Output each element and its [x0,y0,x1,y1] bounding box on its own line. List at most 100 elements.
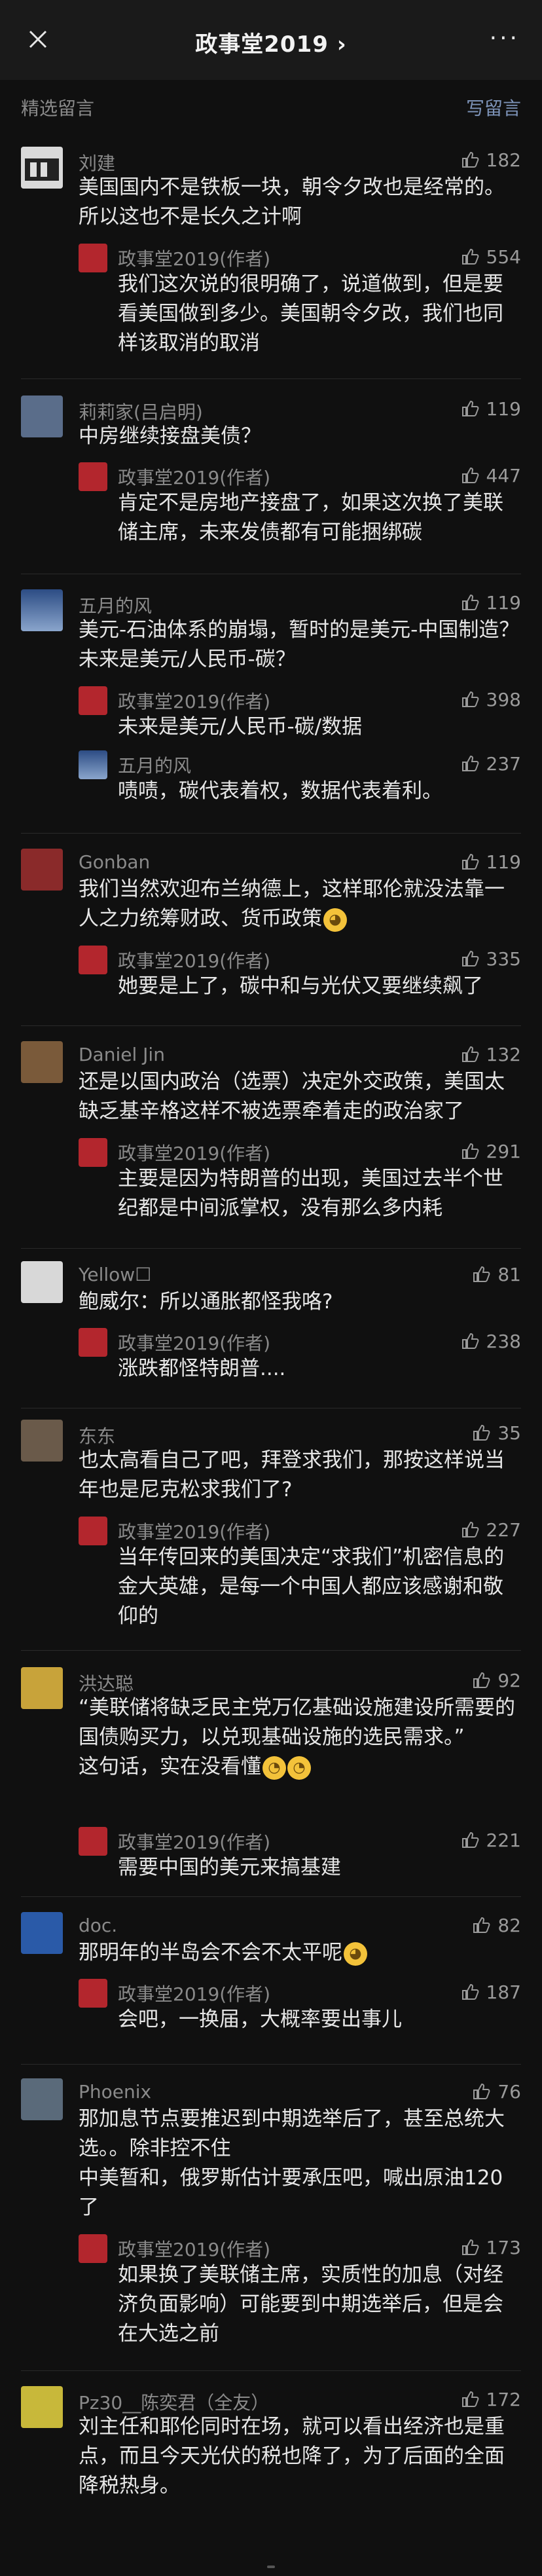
comment-text: 鲍威尔：所以通胀都怪我咯? [79,1290,333,1314]
avatar[interactable] [21,1261,63,1303]
reply-author-name: 政事堂2019(作者) [118,1333,271,1354]
thumbs-up-icon [461,1831,479,1848]
like-button[interactable]: 172 [460,2386,521,2412]
thumbs-up-icon [461,2391,479,2407]
sweat-smile-emoji-icon: ◔ [262,1756,286,1780]
reply-author-name: 政事堂2019(作者) [118,248,271,270]
reply-text: 未来是美元/人民币-碳/数据 [118,715,363,739]
reply-author-name: 政事堂2019(作者) [118,1143,271,1164]
like-count: 237 [486,752,521,775]
reply-text: 啧啧，碳代表着权，数据代表着利。 [118,779,443,803]
like-count: 227 [486,1518,521,1541]
comment-text: 中房继续接盘美债？ [79,424,261,448]
avatar[interactable] [21,849,63,891]
thumbs-up-icon [461,2239,479,2255]
author-avatar [79,946,107,974]
like-button[interactable]: 92 [471,1667,521,1693]
avatar[interactable] [21,147,63,189]
comment-text: 刘主任和耶伦同时在场，就可以看出经济也是重点，而且今天光伏的税也降了，为了后面的… [79,2415,505,2497]
like-button[interactable]: 119 [460,396,521,422]
like-button[interactable]: 81 [471,1261,521,1287]
like-count: 335 [486,948,521,970]
avatar[interactable] [21,589,63,631]
comment-text: “美联储将缺乏民主党万亿基础设施建设所需要的国债购买力，以兑现基础设施的选民需求… [79,1693,521,1782]
more-options-icon[interactable]: ··· [490,25,520,52]
commenter-name: Daniel Jin [79,1044,165,1065]
avatar[interactable] [21,1420,63,1462]
commenter-name: 洪达聪 [79,1673,134,1695]
comment-text: 我们当然欢迎布兰纳德上，这样耶伦就没法靠一人之力统筹财政、货币政策 ◕ [79,875,521,934]
like-button[interactable]: 291 [460,1138,521,1164]
divider [21,2064,521,2065]
avatar[interactable] [21,396,63,437]
commenter-name: Yellow☐ [79,1264,152,1285]
like-button[interactable]: 82 [471,1912,521,1938]
thumbs-up-icon [461,594,479,610]
reply-author-name: 五月的风 [118,755,192,777]
like-button[interactable]: 119 [460,589,521,616]
page-title[interactable]: 政事堂2019 › [0,26,542,58]
divider [21,1896,521,1897]
comment-text: 那加息节点要推迟到中期选举后了，甚至总统大选。。除非控不住 中美暂和，俄罗斯估计… [79,2107,505,2219]
like-button[interactable]: 187 [460,1979,521,2005]
like-button[interactable]: 554 [460,244,521,270]
thumbs-up-icon [461,1983,479,2000]
comment-text: 也太高看自己了吧，拜登求我们，那按这样说当年也是尼克松求我们了? [79,1448,505,1501]
thumbs-up-icon [461,400,479,416]
like-button[interactable]: 237 [460,750,521,777]
like-button[interactable]: 132 [460,1041,521,1067]
reply-text: 如果换了美联储主席，实质性的加息（对经济负面影响）可能要到中期选举后，但是会在大… [118,2263,503,2346]
reply-author-name: 政事堂2019(作者) [118,1983,271,2005]
like-button[interactable]: 35 [471,1420,521,1446]
avatar[interactable] [21,2078,63,2120]
thumbs-up-icon [473,2083,490,2099]
avatar[interactable] [21,1041,63,1083]
like-button[interactable]: 398 [460,686,521,712]
avatar[interactable] [21,1912,63,1954]
like-count: 172 [486,2388,521,2410]
like-button[interactable]: 227 [460,1517,521,1543]
like-button[interactable]: 76 [471,2078,521,2105]
like-button[interactable]: 447 [460,462,521,488]
divider [21,2370,521,2371]
thumbs-up-icon [473,1266,490,1282]
reply-text: 肯定不是房地产接盘了，如果这次换了美联储主席，未来发债都有可能捆绑碳 [118,491,503,544]
write-comment-button[interactable]: 写留言 [466,94,521,120]
comment-text: 还是以国内政治（选票）决定外交政策，美国太缺乏基辛格这样不被选票牵着走的政治家了 [79,1070,505,1123]
reply-text: 会吧，一换届，大概率要出事儿 [118,2008,402,2031]
divider [21,833,521,834]
thumbs-up-icon [473,1424,490,1441]
thumbs-up-icon [473,1917,490,1933]
commenter-name: Gonban [79,851,151,873]
like-button[interactable]: 173 [460,2234,521,2260]
thumbs-up-icon [461,1521,479,1537]
thumbs-up-icon [461,151,479,168]
doge-emoji-icon: ◕ [344,1941,367,1966]
thumbs-up-icon [461,950,479,966]
avatar[interactable] [21,2386,63,2428]
like-button[interactable]: 238 [460,1328,521,1354]
commenter-name: 五月的风 [79,595,153,617]
like-button[interactable]: 119 [460,849,521,875]
like-count: 554 [486,246,521,268]
author-avatar [79,244,107,272]
sweat-smile-emoji-icon: ◔ [287,1756,311,1780]
top-bar: 政事堂2019 › ··· [0,0,542,80]
author-avatar [79,1138,107,1167]
like-count: 132 [486,1043,521,1065]
thumbs-up-icon [461,691,479,707]
divider [21,378,521,379]
avatar[interactable] [21,1667,63,1709]
thumbs-up-icon [461,1333,479,1349]
comment-text: 美元-石油体系的崩塌，暂时的是美元-中国制造？未来是美元/人民币-碳？ [79,618,520,671]
like-count: 82 [497,1914,521,1936]
like-button[interactable]: 182 [460,147,521,173]
like-count: 221 [486,1829,521,1851]
like-count: 92 [497,1669,521,1691]
commenter-name: Pz30__陈奕君（全友） [79,2392,270,2414]
like-button[interactable]: 221 [460,1827,521,1853]
like-button[interactable]: 335 [460,946,521,972]
like-count: 119 [486,397,521,420]
thumbs-up-icon [461,248,479,265]
author-avatar [79,1979,107,2008]
